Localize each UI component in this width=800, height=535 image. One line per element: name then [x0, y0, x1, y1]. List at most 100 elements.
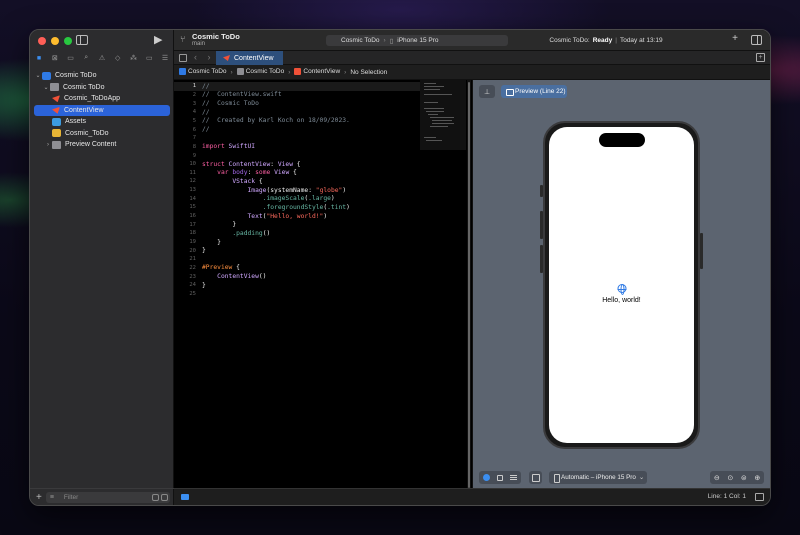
- breakpoint-navigator-icon[interactable]: ▭: [144, 53, 154, 63]
- add-editor-icon[interactable]: +: [756, 53, 765, 62]
- test-navigator-icon[interactable]: ◇: [113, 53, 123, 63]
- code-line[interactable]: 4 //: [174, 108, 420, 117]
- tree-item-contentview[interactable]: ContentView: [34, 104, 170, 116]
- chevron-down-icon[interactable]: ⌄: [34, 72, 42, 79]
- minimize-window-button[interactable]: [51, 37, 59, 45]
- code-line[interactable]: 10 struct ContentView: View {: [174, 160, 420, 169]
- toggle-inspector-icon[interactable]: [751, 35, 762, 45]
- minimap[interactable]: [420, 80, 466, 150]
- project-navigator-icon[interactable]: ■: [34, 53, 44, 63]
- cursor-position: Line: 1 Col: 1: [707, 493, 746, 500]
- code-line[interactable]: 17 }: [174, 220, 420, 229]
- chevron-right-icon: ›: [288, 68, 291, 76]
- source-control-navigator-icon[interactable]: ⊠: [50, 53, 60, 63]
- issue-navigator-icon[interactable]: ⚠: [97, 53, 107, 63]
- code-line[interactable]: 5 // Created by Karl Koch on 18/09/2023.: [174, 117, 420, 126]
- preview-selector[interactable]: Preview (Line 22): [501, 85, 567, 98]
- zoom-100-icon[interactable]: ⊜: [741, 474, 747, 482]
- jumpbar-crumb[interactable]: Cosmic ToDo: [236, 68, 284, 76]
- close-window-button[interactable]: [38, 37, 46, 45]
- navigator-selector-bar: ■ ⊠ ▭ ⌕ ⚠ ◇ ⁂ ▭ ☰: [34, 53, 170, 63]
- code-line[interactable]: 20}: [174, 246, 420, 255]
- code-line[interactable]: 13 Image(systemName: "globe"): [174, 186, 420, 195]
- code-line[interactable]: 2 // ContentView.swift: [174, 91, 420, 100]
- code-line[interactable]: 22 #Preview {: [174, 264, 420, 273]
- run-button[interactable]: ▶: [154, 33, 162, 46]
- jumpbar-crumb[interactable]: Cosmic ToDo: [179, 68, 227, 76]
- scheme-name[interactable]: Cosmic ToDo: [341, 37, 380, 44]
- jumpbar-crumb[interactable]: ContentView: [294, 68, 340, 76]
- code-editor[interactable]: 1//2// ContentView.swift 3// Cosmic ToDo 4…: [174, 80, 472, 488]
- tab-contentview[interactable]: ContentView: [216, 51, 283, 65]
- scheme-selector[interactable]: Cosmic ToDo › ▯ iPhone 15 Pro: [326, 35, 508, 46]
- selectable-mode-icon[interactable]: [496, 474, 503, 481]
- tree-item-folder[interactable]: ⌄ Cosmic ToDo: [34, 82, 170, 94]
- library-button[interactable]: +: [732, 33, 738, 44]
- bookmark-navigator-icon[interactable]: ▭: [66, 53, 76, 63]
- add-file-button[interactable]: +: [36, 492, 42, 503]
- tree-item-app-file[interactable]: Cosmic_ToDoApp: [34, 93, 170, 105]
- code-line[interactable]: 9: [174, 151, 420, 160]
- code-line[interactable]: 18 .padding(): [174, 229, 420, 238]
- chevron-down-icon[interactable]: ⌄: [42, 84, 50, 91]
- pin-icon[interactable]: ⊥: [479, 85, 495, 98]
- variants-icon[interactable]: [510, 475, 518, 480]
- filter-input[interactable]: Filter: [45, 491, 170, 503]
- branch-name[interactable]: main: [192, 41, 205, 47]
- debug-navigator-icon[interactable]: ⁂: [129, 53, 139, 63]
- device-selector[interactable]: Automatic – iPhone 15 Pro ⌄: [549, 471, 647, 484]
- code-line[interactable]: 14 .imageScale(.large): [174, 194, 420, 203]
- code-text: //: [202, 82, 210, 90]
- recent-files-filter-icon[interactable]: [151, 493, 159, 501]
- find-navigator-icon[interactable]: ⌕: [81, 53, 91, 63]
- run-destination[interactable]: iPhone 15 Pro: [397, 37, 438, 44]
- back-forward-buttons[interactable]: ‹ ›: [194, 52, 215, 62]
- tree-item-project[interactable]: ⌄ Cosmic ToDo: [34, 70, 170, 82]
- code-text: var body: some View {: [217, 169, 297, 177]
- code-line[interactable]: 25: [174, 290, 420, 299]
- code-line[interactable]: 21: [174, 255, 420, 264]
- code-line[interactable]: 23 ContentView(): [174, 272, 420, 281]
- report-navigator-icon[interactable]: ☰: [160, 53, 170, 63]
- editor-scrollbar[interactable]: [467, 80, 471, 488]
- tree-item-label: Preview Content: [65, 141, 117, 149]
- code-line[interactable]: 11 var body: some View {: [174, 169, 420, 178]
- zoom-in-icon[interactable]: ⊕: [754, 474, 760, 482]
- project-title[interactable]: Cosmic ToDo: [192, 32, 240, 41]
- code-line[interactable]: 8 import SwiftUI: [174, 143, 420, 152]
- preview-screen[interactable]: Hello, world!: [549, 127, 694, 443]
- code-text: // Cosmic ToDo: [202, 100, 259, 108]
- related-items-icon[interactable]: [179, 54, 187, 62]
- source-control-filter-icon[interactable]: [160, 493, 168, 501]
- jumpbar-crumb[interactable]: No Selection: [350, 69, 387, 76]
- code-line[interactable]: 24}: [174, 281, 420, 290]
- zoom-out-icon[interactable]: ⊖: [714, 474, 720, 482]
- code-line[interactable]: 6 //: [174, 125, 420, 134]
- live-mode-icon[interactable]: [482, 474, 490, 481]
- debug-area-toggle-icon[interactable]: [181, 494, 189, 500]
- code-line[interactable]: 1 //: [174, 82, 420, 91]
- zoom-fit-icon[interactable]: ⊙: [727, 474, 733, 482]
- code-line[interactable]: 16 Text("Hello, world!"): [174, 212, 420, 221]
- code-line[interactable]: 3 // Cosmic ToDo: [174, 99, 420, 108]
- code-line[interactable]: 15 .foregroundStyle(.tint): [174, 203, 420, 212]
- code-text: ContentView(): [217, 273, 267, 281]
- code-line[interactable]: 7: [174, 134, 420, 143]
- zoom-window-button[interactable]: [64, 37, 72, 45]
- line-number: 4: [192, 109, 196, 116]
- code-line[interactable]: 12 VStack {: [174, 177, 420, 186]
- tree-item-assets[interactable]: Assets: [34, 116, 170, 128]
- code-line[interactable]: 19 }: [174, 238, 420, 247]
- tree-item-entitlements[interactable]: Cosmic_ToDo: [34, 128, 170, 140]
- line-number: 7: [192, 135, 196, 142]
- toggle-canvas-icon[interactable]: [755, 493, 764, 501]
- chevron-right-icon[interactable]: ›: [44, 142, 52, 148]
- line-number: 17: [189, 221, 196, 228]
- device-settings-icon[interactable]: [529, 471, 542, 484]
- editor-tab-bar: ‹ › ContentView +: [174, 50, 770, 65]
- iphone-preview[interactable]: Hello, world!: [540, 121, 703, 449]
- toggle-navigator-icon[interactable]: [76, 35, 88, 45]
- tree-item-preview-content[interactable]: › Preview Content: [34, 139, 170, 151]
- code-text: }: [202, 247, 206, 255]
- navigator-sidebar: ▶ ■ ⊠ ▭ ⌕ ⚠ ◇ ⁂ ▭ ☰ ⌄ Cosmic ToDo ⌄ Cosm…: [30, 30, 174, 505]
